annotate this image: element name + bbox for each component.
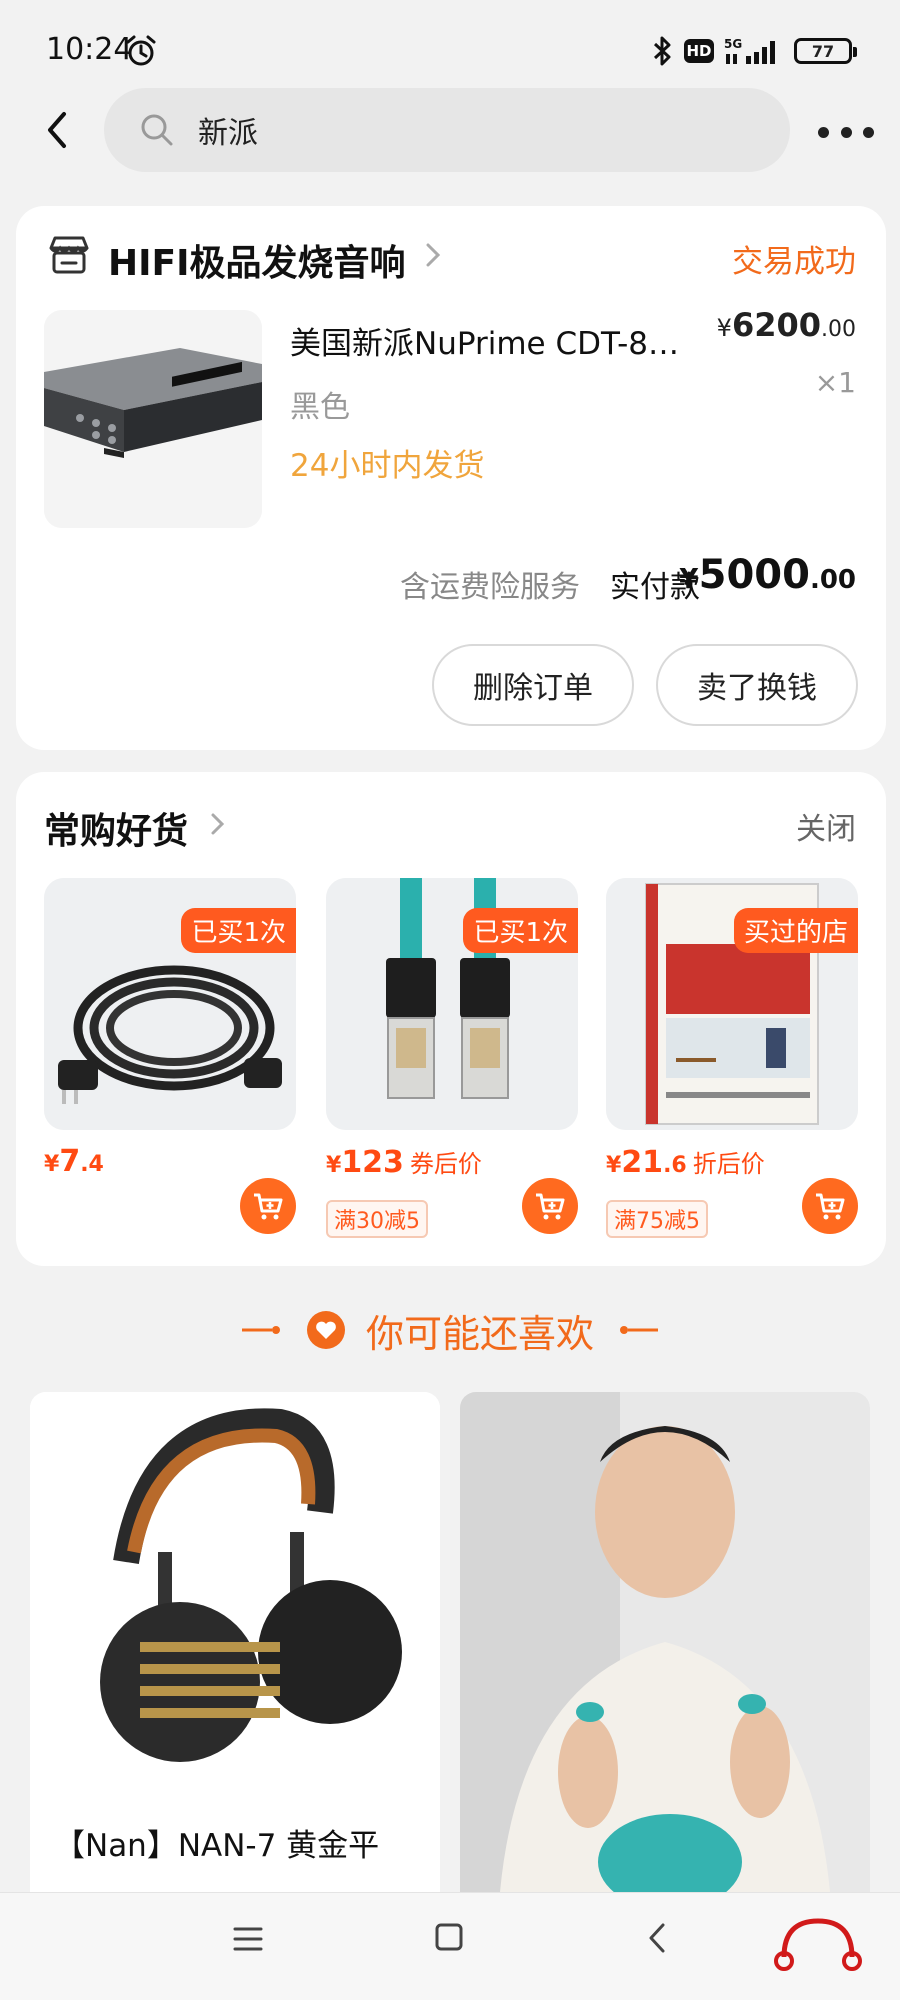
price-integer: 6200 <box>731 306 821 344</box>
product-quantity: ×1 <box>814 366 856 399</box>
heart-icon <box>306 1311 345 1349</box>
recommend-item-name[interactable]: 【Nan】NAN-7 黄金平 <box>54 1820 379 1865</box>
add-to-cart-button[interactable] <box>522 1178 578 1234</box>
close-button[interactable]: 关闭 <box>796 804 856 848</box>
store-badge: 买过的店 <box>733 908 858 953</box>
paid-currency: ¥ <box>679 562 699 595</box>
bought-badge: 已买1次 <box>463 908 578 953</box>
home-icon[interactable] <box>434 1921 464 1953</box>
price-decimal: .00 <box>821 317 856 342</box>
svg-text:5G: 5G <box>724 37 742 51</box>
frequent-item-image[interactable]: 已买1次 <box>44 878 296 1130</box>
recommend-title: 你可能还喜欢 <box>365 1311 594 1356</box>
price-decimal: .6 <box>663 1153 687 1178</box>
frequent-goods-card: 常购好货 关闭 已买1次 ¥7.4 已买1次 ¥123 券后价 满30减5 买过… <box>16 772 886 1266</box>
insurance-label: 含运费险服务 <box>400 570 580 605</box>
menu-icon[interactable] <box>232 1923 264 1955</box>
cart-icon <box>536 1193 565 1220</box>
shop-icon[interactable] <box>46 232 92 278</box>
frequent-item-price: ¥21.6 折后价 <box>606 1144 765 1180</box>
cart-icon <box>816 1193 845 1220</box>
price-integer: 123 <box>341 1145 404 1180</box>
bought-badge: 已买1次 <box>181 908 296 953</box>
more-dot <box>840 126 852 138</box>
frequent-goods-title[interactable]: 常购好货 <box>44 802 188 854</box>
frequent-item[interactable]: 已买1次 ¥7.4 <box>44 878 296 1238</box>
divider-arrow-icon <box>620 1326 658 1334</box>
product-image[interactable] <box>44 310 262 528</box>
price-currency: ¥ <box>44 1152 60 1177</box>
price-currency: ¥ <box>716 314 732 342</box>
frequent-item[interactable]: 已买1次 ¥123 券后价 满30减5 <box>326 878 578 1238</box>
product-variant: 黑色 <box>290 390 350 425</box>
frequent-item-image[interactable]: 买过的店 <box>606 878 858 1130</box>
bluetooth-icon <box>653 36 671 66</box>
shipping-promise: 24小时内发货 <box>290 448 485 484</box>
search-query: 新派 <box>198 116 258 151</box>
status-time: 10:24 <box>46 32 133 67</box>
cd-transport-image <box>44 310 262 528</box>
promo-tag: 满75减5 <box>606 1200 708 1238</box>
battery-icon: 77 <box>794 38 857 64</box>
status-bar: 10:24 HD 5G 77 <box>0 0 900 100</box>
price-integer: 7 <box>59 1144 81 1179</box>
frequent-item[interactable]: 买过的店 ¥21.6 折后价 满75减5 <box>606 878 858 1238</box>
frequent-item-price: ¥7.4 <box>44 1144 104 1179</box>
chevron-right-icon[interactable] <box>422 240 444 270</box>
order-card[interactable]: HIFI极品发烧音响 交易成功 美国新派NuPrime CDT-8… ¥6200… <box>16 206 886 750</box>
delete-order-button[interactable]: 删除订单 <box>432 644 634 726</box>
more-icon[interactable] <box>818 112 874 152</box>
alarm-icon <box>126 35 156 66</box>
paid-integer: 5000 <box>698 552 810 598</box>
price-decimal: .4 <box>80 1152 104 1177</box>
back-arrow-icon[interactable] <box>40 108 76 152</box>
add-to-cart-button[interactable] <box>240 1178 296 1234</box>
price-suffix: 折后价 <box>692 1150 765 1178</box>
shop-name[interactable]: HIFI极品发烧音响 <box>108 234 406 286</box>
add-to-cart-button[interactable] <box>802 1178 858 1234</box>
back-icon[interactable] <box>646 1921 668 1955</box>
headphones-image <box>30 1392 440 1802</box>
hd-badge: HD <box>684 39 714 63</box>
order-status: 交易成功 <box>732 244 856 280</box>
promo-tag: 满30减5 <box>326 1200 428 1238</box>
video-thumbnail-image <box>460 1392 870 1892</box>
recommend-header: 你可能还喜欢 <box>0 1300 900 1360</box>
frequent-item-image[interactable]: 已买1次 <box>326 878 578 1130</box>
frequent-item-price: ¥123 券后价 <box>326 1144 482 1180</box>
more-dot <box>863 126 874 138</box>
signal-icon: 5G <box>724 37 775 64</box>
price-integer: 21 <box>621 1145 664 1180</box>
system-nav-bar <box>0 1892 900 2000</box>
more-dot <box>818 126 829 138</box>
recommend-item[interactable] <box>460 1392 870 1892</box>
sell-button[interactable]: 卖了换钱 <box>656 644 858 726</box>
headphone-logo-icon <box>774 1918 862 1971</box>
price-currency: ¥ <box>606 1153 622 1178</box>
search-input[interactable]: 新派 <box>104 88 790 172</box>
search-icon <box>141 114 173 146</box>
status-icons: HD 5G 77 <box>650 34 857 68</box>
chevron-right-icon[interactable] <box>208 810 228 838</box>
divider-arrow-icon <box>241 1326 280 1334</box>
product-title[interactable]: 美国新派NuPrime CDT-8… <box>290 318 710 363</box>
paid-decimal: .00 <box>809 565 856 595</box>
price-suffix: 券后价 <box>409 1150 482 1178</box>
price-currency: ¥ <box>326 1153 342 1178</box>
recommend-item[interactable]: 【Nan】NAN-7 黄金平 <box>30 1392 440 1892</box>
paid-amount: ¥5000.00 <box>679 552 856 598</box>
product-price: ¥6200.00 <box>717 306 856 344</box>
cart-icon <box>254 1193 283 1220</box>
